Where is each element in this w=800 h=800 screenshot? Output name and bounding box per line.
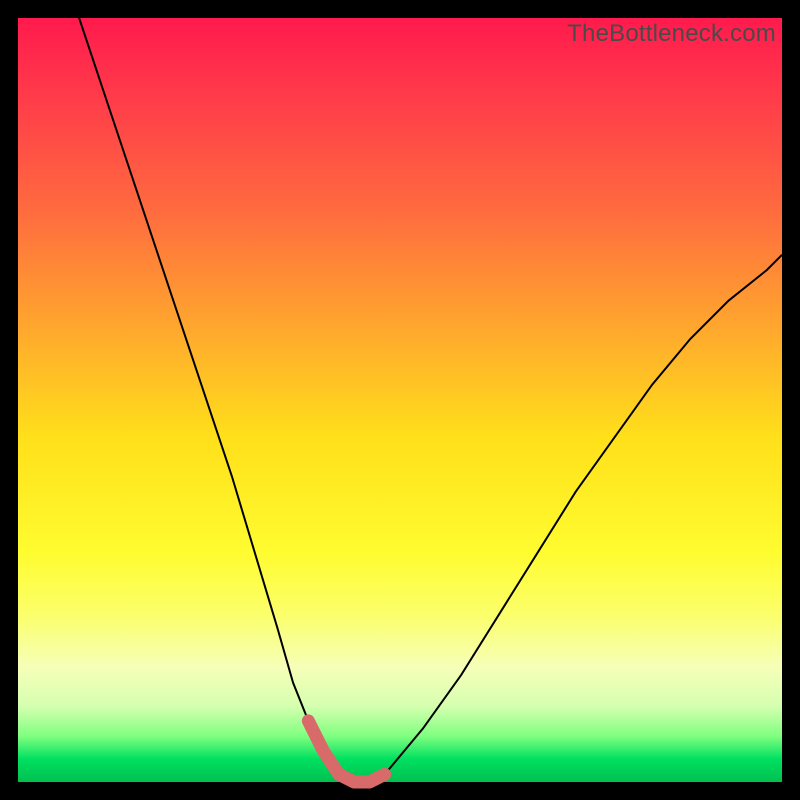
curve-svg	[18, 18, 782, 782]
bottleneck-curve	[79, 18, 782, 782]
watermark-text: TheBottleneck.com	[567, 20, 776, 48]
bottleneck-highlight	[308, 721, 384, 782]
chart-frame: TheBottleneck.com	[0, 0, 800, 800]
